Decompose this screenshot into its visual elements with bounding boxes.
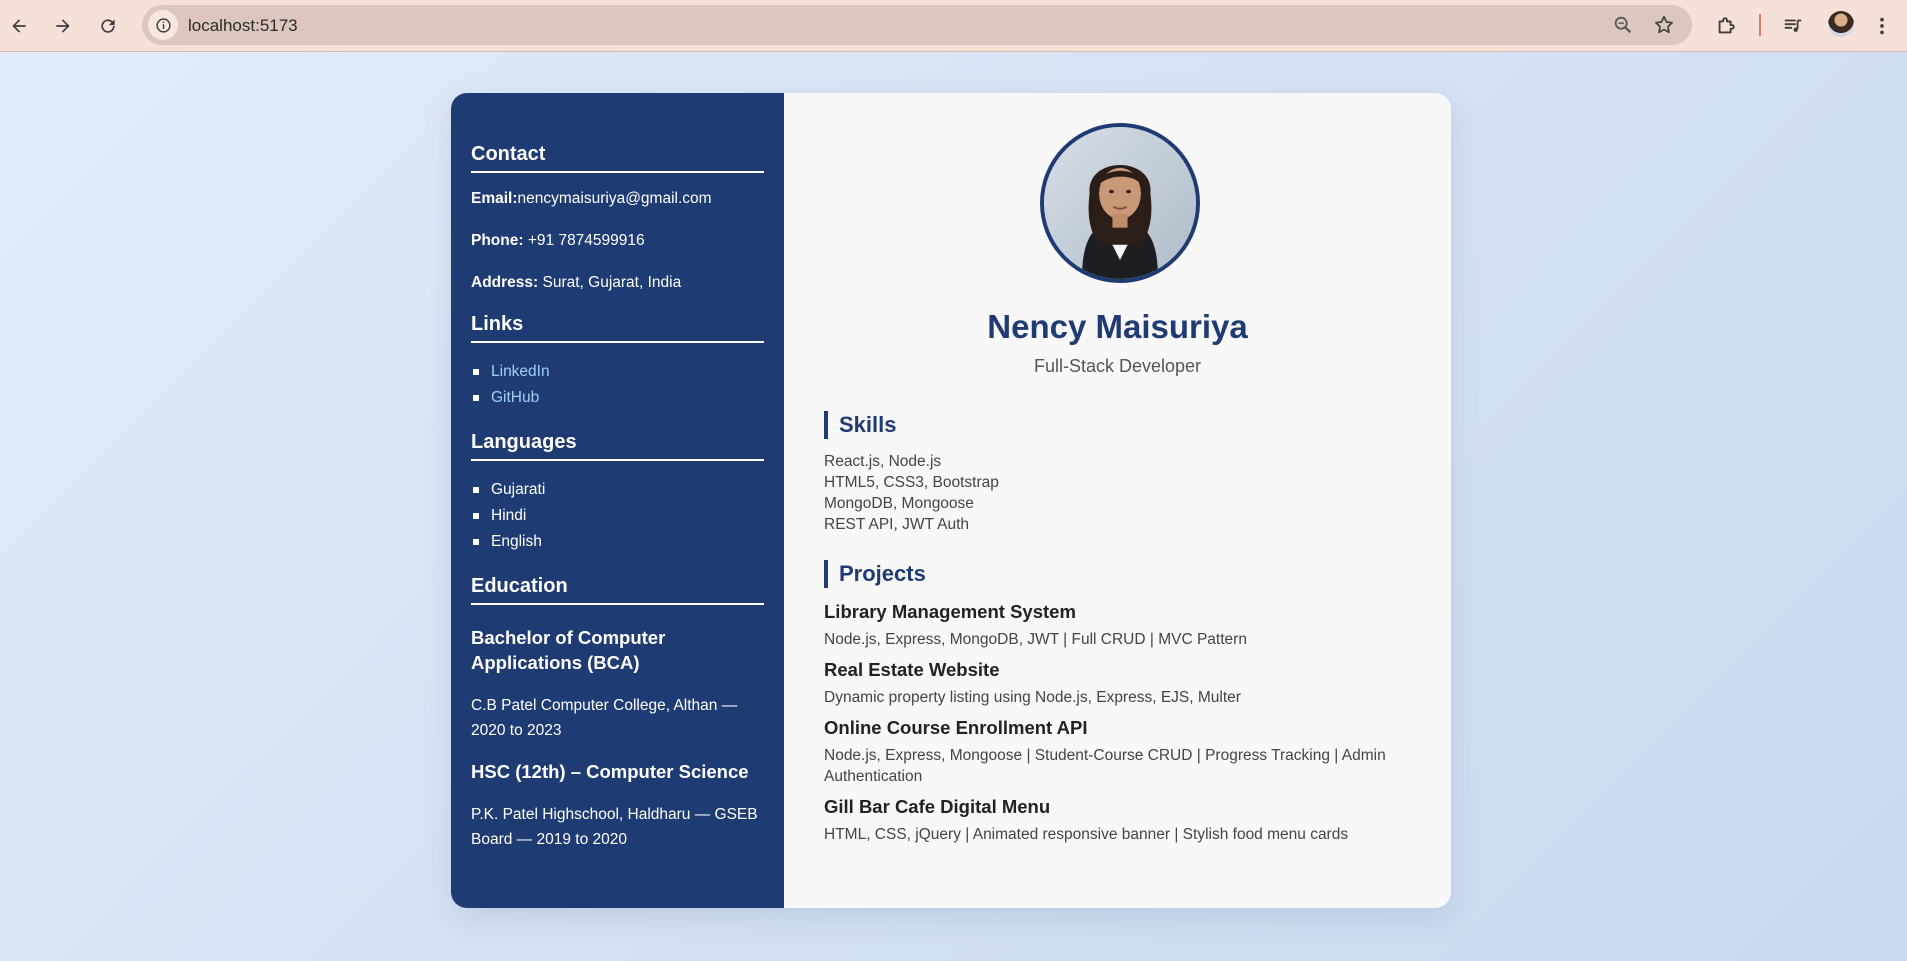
links-list: LinkedIn GitHub [471,359,764,411]
language-item: English [471,529,764,555]
toolbar-divider [1759,14,1761,36]
playlist-icon [1784,19,1802,32]
bookmark-button[interactable] [1653,14,1675,36]
project-desc: Dynamic property listing using Node.js, … [824,689,1241,706]
address-label: Address: [471,274,539,291]
list-item: GitHub [471,385,764,411]
language-item: Hindi [471,503,764,529]
links-heading: Links [471,313,764,343]
github-link[interactable]: GitHub [491,389,539,406]
project-desc: Node.js, Express, Mongoose | Student-Cou… [824,747,1386,785]
email-value: nencymaisuriya@gmail.com [517,190,712,207]
reload-button[interactable] [92,10,124,42]
address-value: Surat, Gujarat, India [542,274,682,291]
menu-button[interactable] [1868,12,1896,40]
project-title: Real Estate Website [824,659,1000,680]
project-title: Online Course Enrollment API [824,717,1088,738]
email-label: Email: [471,190,518,207]
languages-list: Gujarati Hindi English [471,477,764,555]
extensions-button[interactable] [1712,12,1740,40]
reload-icon [101,19,115,33]
language-item: Gujarati [471,477,764,503]
list-item: LinkedIn [471,359,764,385]
skill-item: HTML5, CSS3, Bootstrap [824,474,999,491]
skills-list: React.js, Node.js HTML5, CSS3, Bootstrap… [824,451,999,535]
phone-value: +91 7874599916 [527,232,645,249]
profile-avatar[interactable] [1828,11,1854,37]
education-heading: Education [471,575,764,605]
contact-email: Email:nencymaisuriya@gmail.com [471,189,764,209]
education-degree: Bachelor of Computer Applications (BCA) [471,627,666,673]
site-info-button[interactable] [148,10,178,40]
zoom-button[interactable] [1612,14,1634,36]
skill-item: REST API, JWT Auth [824,516,970,533]
zoom-icon [1614,16,1632,34]
education-degree: HSC (12th) – Computer Science [471,761,749,782]
project-title: Library Management System [824,601,1076,622]
contact-address: Address: Surat, Gujarat, India [471,273,764,293]
skill-item: MongoDB, Mongoose [824,495,974,512]
resume-name: Nency Maisuriya [987,308,1248,345]
back-button[interactable] [3,10,35,42]
info-icon [155,17,171,33]
resume-main: Nency Maisuriya Full-Stack Developer Ski… [784,93,1451,908]
media-button[interactable] [1779,12,1807,40]
education-detail: C.B Patel Computer College, Althan — 202… [471,697,738,739]
resume-sidebar: Contact Email:nencymaisuriya@gmail.com P… [451,93,784,908]
resume-card: Contact Email:nencymaisuriya@gmail.com P… [451,93,1451,908]
resume-role: Full-Stack Developer [1033,356,1202,376]
address-bar[interactable]: localhost:5173 [142,5,1692,45]
projects-heading: Projects [824,560,926,588]
education-detail: P.K. Patel Highschool, Haldharu — GSEB B… [471,806,758,848]
skills-heading: Skills [824,411,896,439]
contact-phone: Phone: +91 7874599916 [471,231,764,251]
forward-button[interactable] [47,10,79,42]
languages-heading: Languages [471,431,764,461]
project-title: Gill Bar Cafe Digital Menu [824,796,1051,817]
phone-label: Phone: [471,232,524,249]
kebab-menu-icon [1880,17,1884,35]
puzzle-icon [1718,17,1735,34]
arrow-left-icon [12,19,26,33]
project-desc: HTML, CSS, jQuery | Animated responsive … [824,826,1349,843]
contact-heading: Contact [471,143,764,173]
linkedin-link[interactable]: LinkedIn [491,363,550,380]
portrait-image [1044,127,1196,279]
profile-photo [1040,123,1200,283]
skill-item: React.js, Node.js [824,453,942,470]
browser-toolbar: localhost:5173 [0,0,1907,52]
arrow-right-icon [56,19,70,33]
url-text[interactable]: localhost:5173 [188,16,298,36]
star-icon [1655,15,1673,34]
project-desc: Node.js, Express, MongoDB, JWT | Full CR… [824,631,1247,648]
